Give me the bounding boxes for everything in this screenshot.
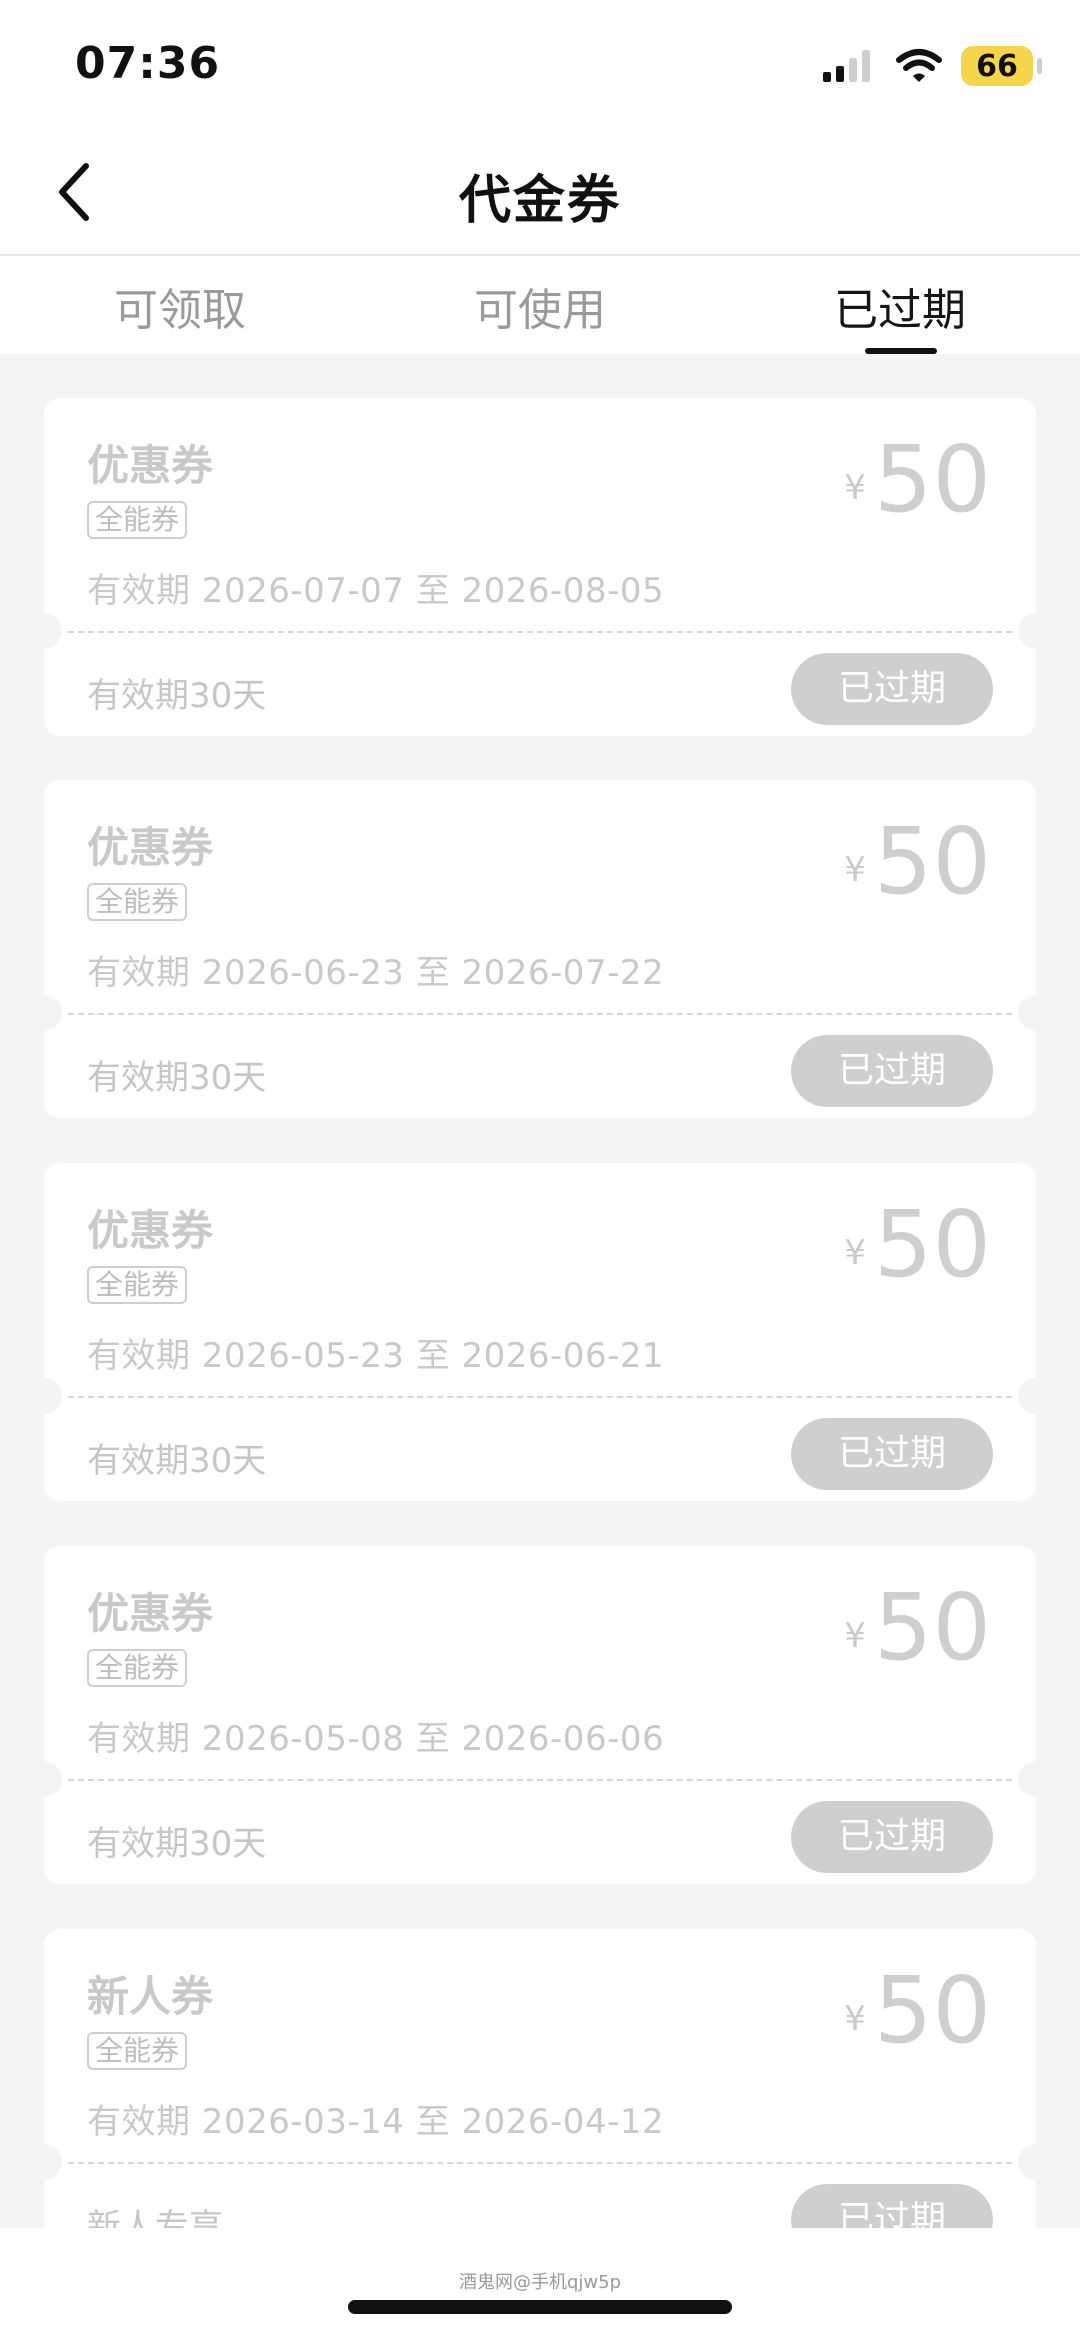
currency-symbol: ¥ <box>844 468 866 508</box>
coupon-price: ¥ 50 <box>844 1197 991 1293</box>
coupon-amount: 50 <box>873 1574 991 1681</box>
coupon-validity: 有效期 2026-06-23 至 2026-07-22 <box>87 953 665 993</box>
watermark-text: 酒鬼网@手机qjw5p <box>458 2272 622 2293</box>
coupon-list: 优惠券 全能券 ¥ 50 有效期 2026-07-07 至 2026-08-05… <box>0 356 1080 2228</box>
coupon-name: 优惠券 <box>87 441 214 490</box>
coupon-validity: 有效期 2026-03-14 至 2026-04-12 <box>87 2102 665 2142</box>
status-time: 07:36 <box>75 38 221 89</box>
coupon-badge: 全能券 <box>87 883 188 921</box>
coupon-notch-right <box>1018 613 1054 649</box>
coupon-days: 有效期30天 <box>87 1824 267 1864</box>
coupon-badge: 全能券 <box>87 501 188 539</box>
coupon-validity: 有效期 2026-05-08 至 2026-06-06 <box>87 1719 665 1759</box>
expired-button[interactable]: 已过期 <box>791 1035 993 1107</box>
coupon-badge: 全能券 <box>87 1266 188 1304</box>
currency-symbol: ¥ <box>844 1616 866 1656</box>
home-indicator[interactable] <box>348 2300 732 2314</box>
coupon-days: 新人专享 <box>87 2207 223 2228</box>
expired-button[interactable]: 已过期 <box>791 1801 993 1873</box>
tab-bar: 可领取 可使用 已过期 <box>0 256 1080 354</box>
expired-button[interactable]: 已过期 <box>791 1418 993 1490</box>
coupon-notch-left <box>26 995 62 1031</box>
coupon-amount: 50 <box>873 426 991 533</box>
signal-icon <box>823 50 870 82</box>
coupon-notch-right <box>1018 995 1054 1031</box>
battery-level: 66 <box>976 48 1018 84</box>
currency-symbol: ¥ <box>844 1233 866 1273</box>
status-icons: 66 <box>821 44 1042 88</box>
coupon-price: ¥ 50 <box>844 1963 991 2059</box>
coupon-card: 优惠券 全能券 ¥ 50 有效期 2026-05-08 至 2026-06-06… <box>26 1546 1054 1884</box>
coupon-notch-right <box>1018 1761 1054 1797</box>
coupon-days: 有效期30天 <box>87 1441 267 1481</box>
coupon-price: ¥ 50 <box>844 432 991 528</box>
tab-claimable[interactable]: 可领取 <box>70 274 290 338</box>
coupon-card: 优惠券 全能券 ¥ 50 有效期 2026-05-23 至 2026-06-21… <box>26 1163 1054 1501</box>
bottom-area: 酒鬼网@手机qjw5p <box>0 2228 1080 2338</box>
coupon-card: 优惠券 全能券 ¥ 50 有效期 2026-07-07 至 2026-08-05… <box>26 398 1054 736</box>
coupon-amount: 50 <box>873 808 991 915</box>
coupon-divider <box>68 1013 1012 1015</box>
coupon-name: 优惠券 <box>87 1589 214 1638</box>
coupon-name: 优惠券 <box>87 1206 214 1255</box>
coupon-card: 优惠券 全能券 ¥ 50 有效期 2026-06-23 至 2026-07-22… <box>26 780 1054 1118</box>
nav-bar: 代金券 <box>0 130 1080 256</box>
coupon-price: ¥ 50 <box>844 814 991 910</box>
coupon-amount: 50 <box>873 1957 991 2064</box>
status-bar: 07:36 66 <box>0 0 1080 130</box>
coupon-notch-left <box>26 1378 62 1414</box>
coupon-name: 优惠券 <box>87 823 214 872</box>
wifi-icon <box>896 49 942 82</box>
active-tab-indicator <box>865 348 937 354</box>
tab-usable[interactable]: 可使用 <box>430 274 650 338</box>
currency-symbol: ¥ <box>844 1999 866 2039</box>
tab-expired[interactable]: 已过期 <box>790 274 1010 338</box>
coupon-divider <box>68 631 1012 633</box>
coupon-notch-right <box>1018 2144 1054 2180</box>
coupon-notch-right <box>1018 1378 1054 1414</box>
coupon-validity: 有效期 2026-05-23 至 2026-06-21 <box>87 1336 665 1376</box>
coupon-notch-left <box>26 2144 62 2180</box>
coupon-badge: 全能券 <box>87 1649 188 1687</box>
coupon-days: 有效期30天 <box>87 676 267 716</box>
coupon-notch-left <box>26 613 62 649</box>
coupon-divider <box>68 1779 1012 1781</box>
coupon-card: 新人券 全能券 ¥ 50 有效期 2026-03-14 至 2026-04-12… <box>26 1929 1054 2228</box>
currency-symbol: ¥ <box>844 850 866 890</box>
coupon-divider <box>68 1396 1012 1398</box>
battery-tip <box>1037 58 1042 74</box>
page-title: 代金券 <box>458 171 621 231</box>
battery-icon: 66 <box>961 46 1033 86</box>
coupon-notch-left <box>26 1761 62 1797</box>
coupon-badge: 全能券 <box>87 2032 188 2070</box>
coupon-days: 有效期30天 <box>87 1058 267 1098</box>
coupon-validity: 有效期 2026-07-07 至 2026-08-05 <box>87 571 665 611</box>
expired-button[interactable]: 已过期 <box>791 653 993 725</box>
coupon-price: ¥ 50 <box>844 1580 991 1676</box>
coupon-divider <box>68 2162 1012 2164</box>
expired-button[interactable]: 已过期 <box>791 2184 993 2228</box>
coupon-amount: 50 <box>873 1191 991 1298</box>
coupon-name: 新人券 <box>87 1972 214 2021</box>
